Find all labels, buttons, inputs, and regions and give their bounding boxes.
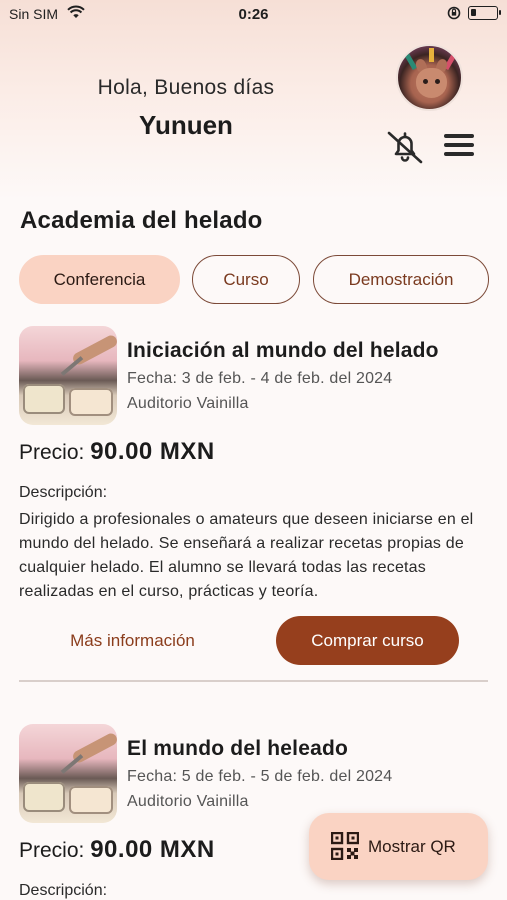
price-value: 90.00 MXN bbox=[90, 438, 215, 465]
course-place: Auditorio Vainilla bbox=[127, 793, 249, 810]
menu-icon[interactable] bbox=[444, 134, 474, 160]
show-qr-label: Mostrar QR bbox=[368, 837, 456, 856]
course-thumbnail bbox=[19, 724, 117, 823]
course-title: El mundo del heleado bbox=[127, 737, 349, 760]
course-price: Precio: 90.00 MXN bbox=[19, 836, 215, 864]
description-label: Descripción: bbox=[19, 882, 108, 899]
battery-icon bbox=[468, 6, 501, 20]
description-label: Descripción: bbox=[19, 484, 108, 501]
greeting-text: Hola, Buenos días bbox=[97, 76, 275, 99]
course-date: Fecha: 3 de feb. - 4 de feb. del 2024 bbox=[127, 370, 393, 387]
course-description: Dirigido a profesionales o amateurs que … bbox=[19, 511, 474, 600]
status-bar: Sin SIM 0:26 bbox=[0, 0, 507, 28]
section-title: Academia del helado bbox=[20, 207, 263, 234]
qr-code-icon bbox=[330, 831, 360, 865]
course-title: Iniciación al mundo del helado bbox=[127, 339, 439, 362]
show-qr-button[interactable]: Mostrar QR bbox=[309, 813, 488, 880]
username: Yunuen bbox=[139, 110, 233, 140]
clock: 0:26 bbox=[238, 6, 269, 23]
price-value: 90.00 MXN bbox=[90, 836, 215, 863]
course-date: Fecha: 5 de feb. - 5 de feb. del 2024 bbox=[127, 768, 393, 785]
buy-course-button[interactable]: Comprar curso bbox=[276, 616, 459, 665]
chip-conferencia[interactable]: Conferencia bbox=[19, 255, 180, 304]
bell-off-icon[interactable] bbox=[385, 129, 425, 165]
avatar[interactable] bbox=[396, 44, 463, 111]
chip-demostracion[interactable]: Demostración bbox=[313, 255, 489, 304]
divider bbox=[19, 680, 488, 682]
course-card: Iniciación al mundo del helado Fecha: 3 … bbox=[0, 326, 507, 706]
price-label: Precio: bbox=[19, 839, 85, 862]
chip-curso[interactable]: Curso bbox=[192, 255, 300, 304]
course-place: Auditorio Vainilla bbox=[127, 395, 249, 412]
course-price: Precio: 90.00 MXN bbox=[19, 438, 215, 466]
more-info-button[interactable]: Más información bbox=[40, 617, 225, 665]
course-thumbnail bbox=[19, 326, 117, 425]
rotation-lock-icon bbox=[447, 5, 461, 24]
price-label: Precio: bbox=[19, 441, 85, 464]
